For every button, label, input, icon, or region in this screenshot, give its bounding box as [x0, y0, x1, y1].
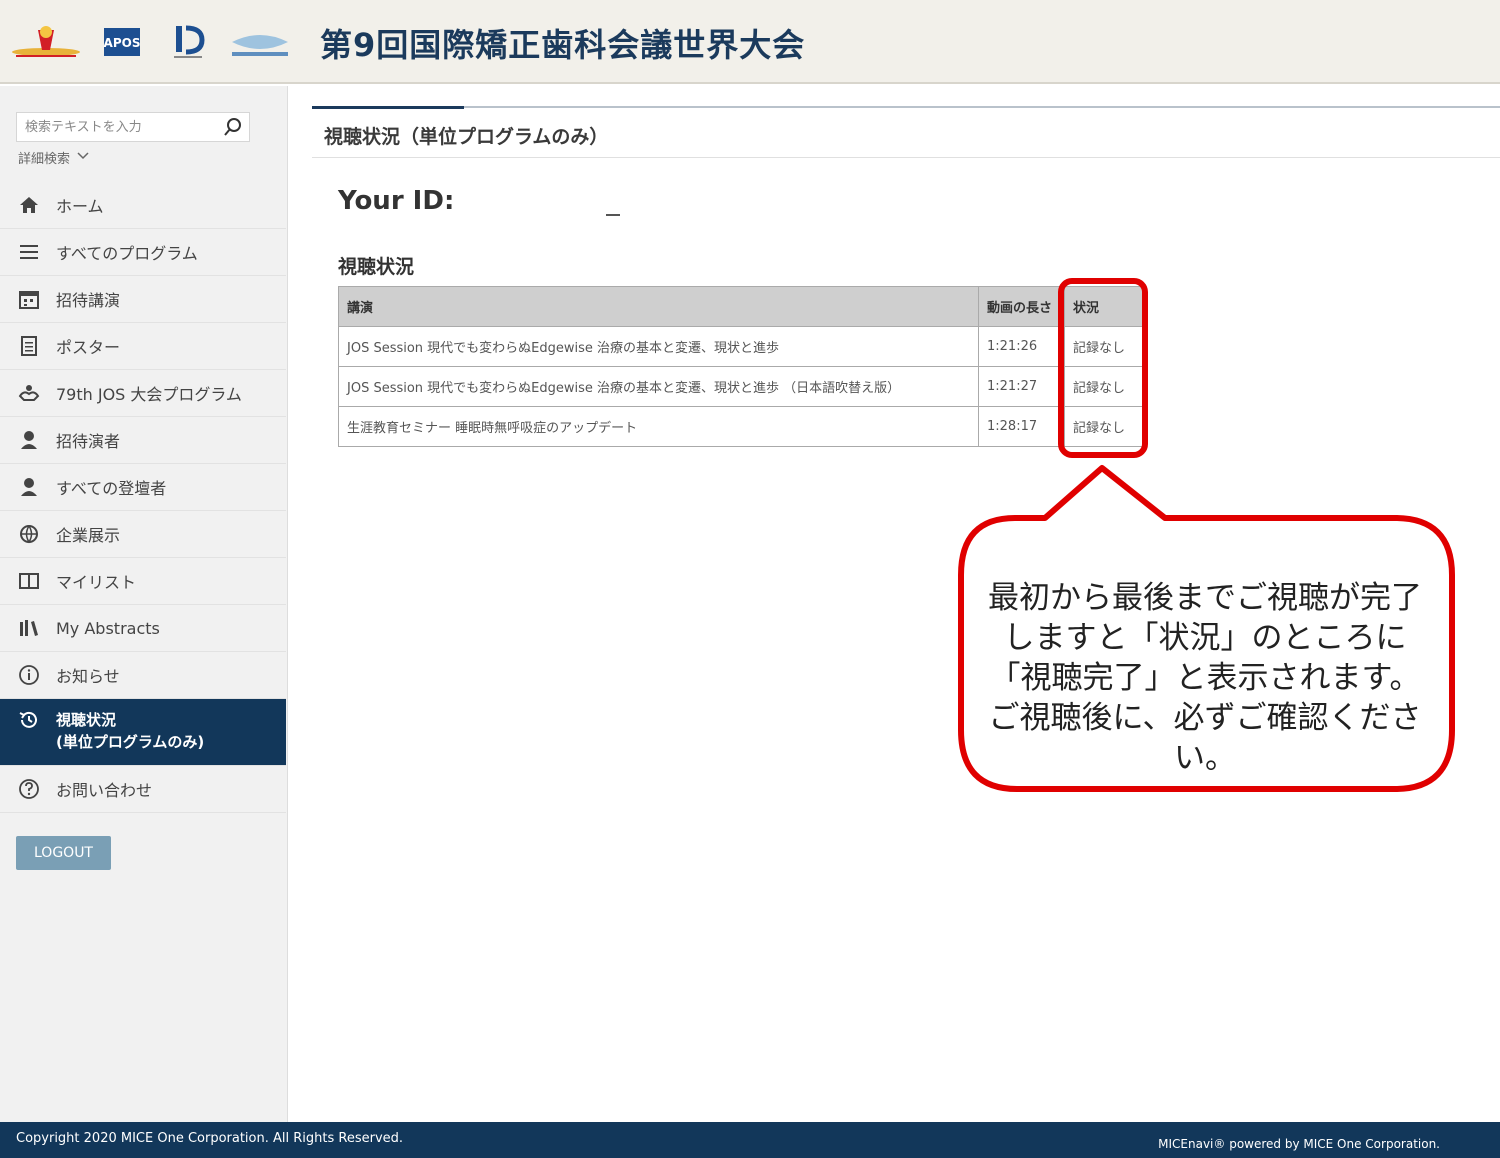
video-duration: 1:21:27 [978, 366, 1065, 407]
lecture-title[interactable]: JOS Session 現代でも変わらぬEdgewise 治療の基本と変遷、現状… [338, 326, 979, 367]
info-icon [18, 664, 40, 686]
sidebar-item-label-group: 視聴状況 (単位プログラムのみ) [56, 709, 204, 753]
page-tab-bar: 視聴状況（単位プログラムのみ） [312, 106, 1500, 158]
advanced-search-toggle[interactable]: 詳細検索 [18, 148, 90, 167]
column-header-lecture: 講演 [338, 286, 979, 327]
sidebar-item-my-abstracts[interactable]: My Abstracts [0, 605, 286, 652]
sidebar-item-label: ポスター [56, 338, 121, 357]
sidebar-item-all-programs[interactable]: すべてのプログラム [0, 229, 286, 276]
sidebar-item-viewing-status[interactable]: 視聴状況 (単位プログラムのみ) [0, 699, 286, 766]
sidebar-item-jos-program[interactable]: 79th JOS 大会プログラム [0, 370, 286, 417]
person-icon [18, 476, 40, 498]
sidebar-item-label: My Abstracts [56, 618, 160, 638]
sidebar-item-label: 招待演者 [56, 432, 121, 451]
sidebar-item-contact[interactable]: お問い合わせ [0, 766, 286, 813]
calendar-icon [18, 288, 40, 310]
table-row: JOS Session 現代でも変わらぬEdgewise 治療の基本と変遷、現状… [338, 366, 1145, 407]
sidebar-item-label: 招待講演 [56, 291, 121, 310]
person-icon [18, 429, 40, 451]
callout-line: しますと「状況」のところに [1003, 620, 1407, 656]
sidebar-item-sublabel: (単位プログラムのみ) [56, 733, 205, 751]
sidebar-item-label: ホーム [56, 197, 104, 216]
sidebar-item-label: 79th JOS 大会プログラム [56, 385, 242, 404]
congress-logo[interactable] [8, 22, 84, 62]
svg-text:APOS: APOS [104, 36, 141, 50]
column-header-duration: 動画の長さ [978, 286, 1065, 327]
sidebar-nav: ホーム すべてのプログラム 招待講演 ポスター 79th JOS 大会プログラム… [0, 182, 286, 813]
video-duration: 1:21:26 [978, 326, 1065, 367]
chevron-down-icon [76, 150, 90, 165]
site-footer: Copyright 2020 MICE One Corporation. All… [0, 1122, 1500, 1158]
library-icon [18, 617, 40, 639]
globe-icon [18, 523, 40, 545]
section-heading: 視聴状況 [338, 256, 415, 278]
sidebar-item-news[interactable]: お知らせ [0, 652, 286, 699]
sidebar-item-label: お問い合わせ [56, 781, 153, 800]
sidebar-item-label: 企業展示 [56, 526, 121, 545]
list-icon [18, 241, 40, 263]
site-title: 第9回国際矯正歯科会議世界大会 [320, 26, 806, 64]
table-header-row: 講演 動画の長さ 状況 [338, 286, 1145, 327]
lecture-title[interactable]: 生涯教育セミナー 睡眠時無呼吸症のアップデート [338, 406, 979, 447]
search-icon[interactable] [223, 117, 243, 137]
sidebar-item-invited-lectures[interactable]: 招待講演 [0, 276, 286, 323]
callout-text: 最初から最後までご視聴が完了 しますと「状況」のところに 「視聴完了」と表示され… [975, 578, 1435, 778]
video-duration: 1:28:17 [978, 406, 1065, 447]
document-icon [18, 335, 40, 357]
callout-line: 「視聴完了」と表示されます。 [989, 660, 1421, 696]
search-box [16, 112, 250, 142]
logout-button[interactable]: LOGOUT [16, 836, 111, 870]
your-id-label: Your ID: [338, 186, 455, 216]
search-input[interactable] [17, 113, 217, 141]
sidebar-item-posters[interactable]: ポスター [0, 323, 286, 370]
callout-line: 最初から最後までご視聴が完了 [988, 580, 1422, 616]
lecture-title[interactable]: JOS Session 現代でも変わらぬEdgewise 治療の基本と変遷、現状… [338, 366, 979, 407]
advanced-search-label: 詳細検索 [18, 152, 71, 167]
help-icon [18, 778, 40, 800]
callout-line: ご視聴後に、必ずご確認ください。 [988, 700, 1422, 776]
sidebar-item-label: お知らせ [56, 667, 120, 686]
status-column-highlight [1058, 278, 1148, 458]
table-row: JOS Session 現代でも変わらぬEdgewise 治療の基本と変遷、現状… [338, 326, 1145, 367]
sidebar-item-label: マイリスト [56, 573, 137, 592]
history-icon [18, 709, 40, 731]
ijo-logo[interactable] [166, 22, 210, 62]
sidebar-item-invited-speakers[interactable]: 招待演者 [0, 417, 286, 464]
your-id-value [606, 214, 620, 216]
sidebar-item-label: 視聴状況 [56, 711, 117, 729]
tab-accent [312, 106, 464, 109]
sidebar-item-all-speakers[interactable]: すべての登壇者 [0, 464, 286, 511]
apos-logo[interactable]: APOS [100, 22, 144, 62]
page-title: 視聴状況（単位プログラムのみ） [324, 126, 609, 148]
sidebar-item-home[interactable]: ホーム [0, 182, 286, 229]
site-header: APOS 第9回国際矯正歯科会議世界大会 [0, 0, 1500, 84]
table-row: 生涯教育セミナー 睡眠時無呼吸症のアップデート 1:28:17 記録なし [338, 406, 1145, 447]
sidebar-item-label: すべてのプログラム [56, 244, 198, 263]
home-icon [18, 194, 40, 216]
powered-by-text: MICEnavi® powered by MICE One Corporatio… [1158, 1137, 1440, 1151]
sidebar-item-exhibition[interactable]: 企業展示 [0, 511, 286, 558]
sidebar-item-label: すべての登壇者 [56, 479, 167, 498]
viewing-status-table: 講演 動画の長さ 状況 JOS Session 現代でも変わらぬEdgewise… [338, 286, 1145, 447]
copyright-text: Copyright 2020 MICE One Corporation. All… [16, 1131, 404, 1146]
hands-icon [18, 382, 40, 404]
book-icon [18, 570, 40, 592]
sidebar-item-my-list[interactable]: マイリスト [0, 558, 286, 605]
wfo-logo[interactable] [228, 22, 292, 62]
sidebar: 詳細検索 ホーム すべてのプログラム 招待講演 ポスター 79th JOS 大会… [0, 86, 288, 1122]
